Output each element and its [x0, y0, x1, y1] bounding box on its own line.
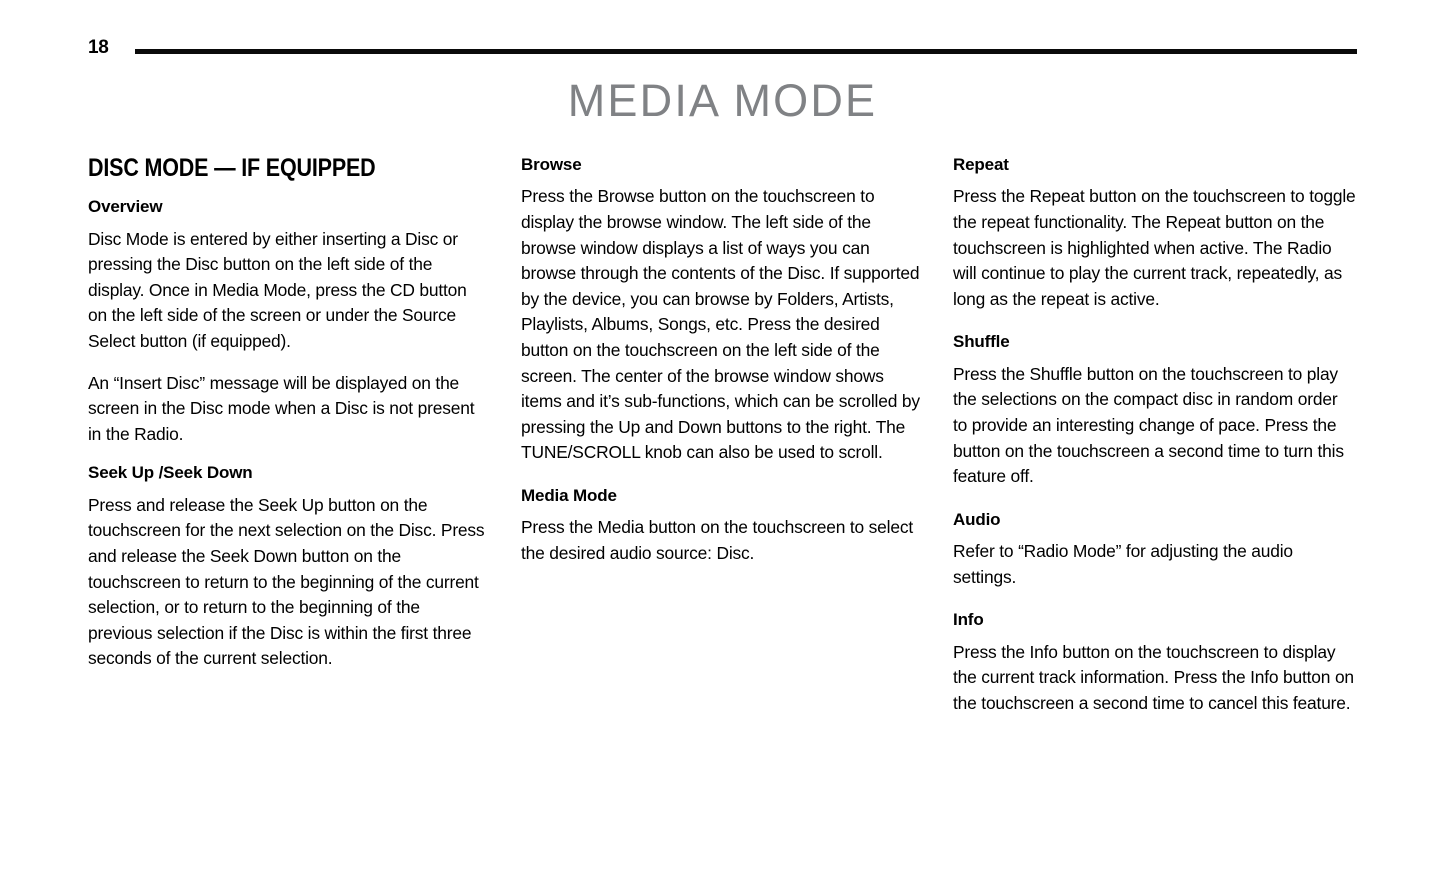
manual-page: 18 MEDIA MODE DISC MODE — IF EQUIPPED Ov… [0, 0, 1445, 874]
paragraph: Press and release the Seek Up button on … [88, 494, 485, 669]
page-header: 18 [0, 0, 1445, 70]
subheading-browse: Browse [521, 155, 582, 174]
subheading-audio: Audio [953, 509, 1001, 529]
paragraph: An “Insert Disc” message will be display… [88, 372, 475, 444]
header-rule [135, 49, 1357, 54]
page-number: 18 [88, 37, 109, 58]
column-left: DISC MODE — IF EQUIPPED Overview Disc Mo… [88, 155, 488, 672]
page-title: MEDIA MODE [567, 75, 878, 126]
subheading-media-mode: Media Mode [521, 485, 617, 505]
paragraph: Press the Browse button on the touchscre… [521, 186, 920, 463]
subheading-repeat: Repeat [953, 155, 1009, 174]
subheading-info: Info [953, 610, 984, 630]
paragraph: Press the Info button on the touchscreen… [953, 641, 1354, 713]
paragraph: Disc Mode is entered by either inserting… [88, 228, 467, 352]
paragraph: Press the Media button on the touchscree… [521, 517, 914, 563]
paragraph: Press the Repeat button on the touchscre… [953, 186, 1356, 309]
column-middle: Browse Press the Browse button on the to… [521, 155, 921, 567]
subheading-seek-up-seek-down: Seek Up /Seek Down [88, 463, 253, 483]
paragraph: Refer to “Radio Mode” for adjusting the … [953, 541, 1293, 587]
column-right: Repeat Press the Repeat button on the to… [953, 155, 1356, 716]
section-title: DISC MODE — IF EQUIPPED [88, 154, 376, 182]
subheading-shuffle: Shuffle [953, 332, 1010, 352]
paragraph: Press the Shuffle button on the touchscr… [953, 363, 1344, 487]
subheading-overview: Overview [88, 197, 163, 217]
